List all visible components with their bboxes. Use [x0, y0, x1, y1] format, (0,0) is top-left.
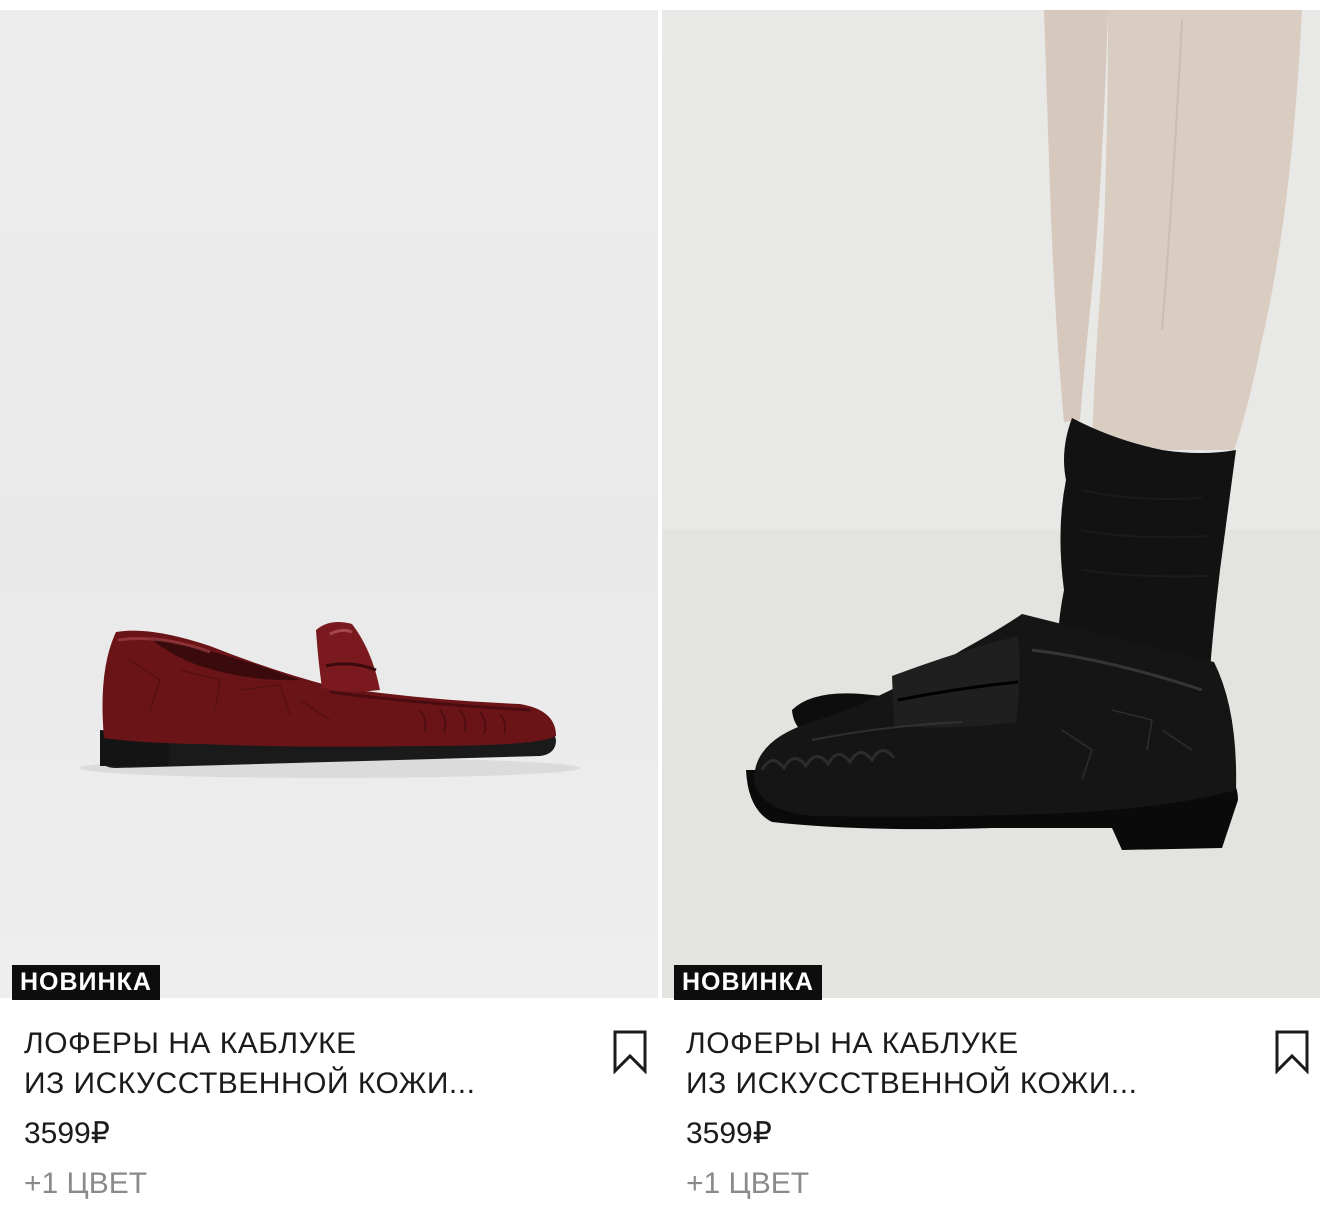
loafer-burgundy-illustration — [80, 622, 580, 778]
new-badge: НОВИНКА — [12, 965, 160, 1000]
product-title-line: ИЗ ИСКУССТВЕННОЙ КОЖИ... — [24, 1067, 476, 1100]
product-title[interactable]: ЛОФЕРЫ НА КАБЛУКЕ ИЗ ИСКУССТВЕННОЙ КОЖИ.… — [24, 1024, 584, 1104]
product-card[interactable]: НОВИНКА ЛОФЕРЫ НА КАБЛУКЕ ИЗ ИСКУССТВЕНН… — [0, 0, 658, 1225]
product-title[interactable]: ЛОФЕРЫ НА КАБЛУКЕ ИЗ ИСКУССТВЕННОЙ КОЖИ.… — [686, 1024, 1246, 1104]
product-price: 3599₽ — [24, 1117, 110, 1150]
product-title-line: ЛОФЕРЫ НА КАБЛУКЕ — [24, 1027, 357, 1060]
product-image[interactable] — [0, 10, 658, 998]
product-grid: НОВИНКА ЛОФЕРЫ НА КАБЛУКЕ ИЗ ИСКУССТВЕНН… — [0, 0, 1320, 1225]
new-badge: НОВИНКА — [674, 965, 822, 1000]
model-wearing-loafer-illustration — [662, 10, 1320, 998]
bookmark-icon[interactable] — [1274, 1030, 1310, 1075]
product-price: 3599₽ — [686, 1117, 772, 1150]
product-title-line: ЛОФЕРЫ НА КАБЛУКЕ — [686, 1027, 1019, 1060]
product-title-line: ИЗ ИСКУССТВЕННОЙ КОЖИ... — [686, 1067, 1138, 1100]
product-card[interactable]: НОВИНКА ЛОФЕРЫ НА КАБЛУКЕ ИЗ ИСКУССТВЕНН… — [662, 0, 1320, 1225]
bookmark-icon[interactable] — [612, 1030, 648, 1075]
more-colors-link[interactable]: +1 ЦВЕТ — [24, 1164, 147, 1204]
more-colors-link[interactable]: +1 ЦВЕТ — [686, 1164, 809, 1204]
product-image[interactable] — [662, 10, 1320, 998]
